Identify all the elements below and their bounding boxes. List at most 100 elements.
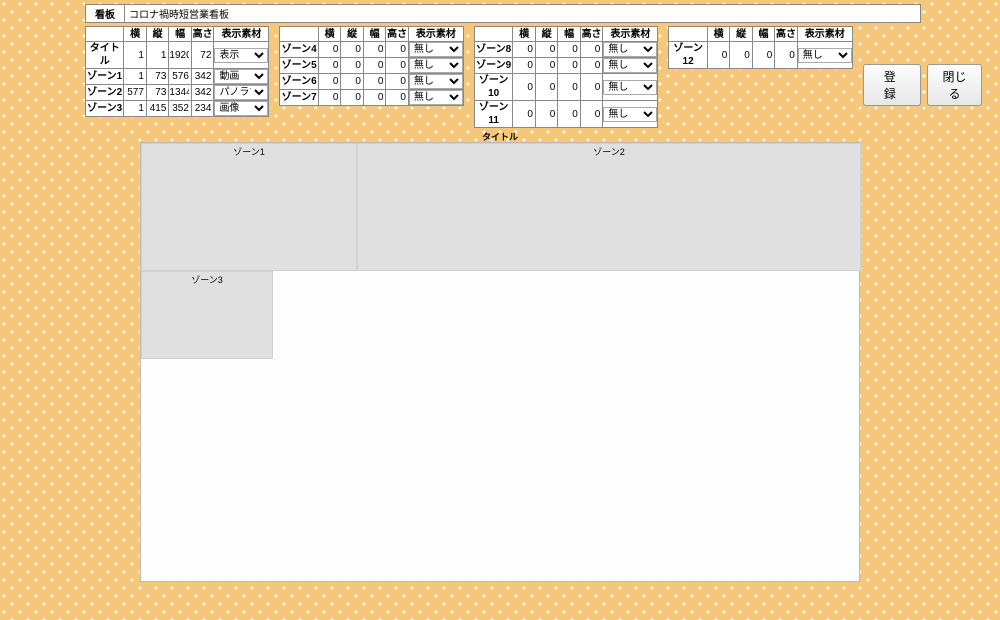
zone-name-cell: ゾーン3 (86, 101, 124, 117)
header-yoko: 横 (513, 27, 535, 42)
zone-name-cell: ゾーン8 (474, 42, 513, 58)
zone-name-cell: ゾーン2 (86, 85, 124, 101)
kanban-label: 看板 (85, 4, 125, 23)
zone-table-1: 横縦幅高さ表示素材ゾーン4表示動画パノラマ画像無しゾーン5表示動画パノラマ画像無… (279, 26, 463, 106)
haba-input[interactable] (364, 91, 386, 104)
register-button[interactable]: 登 録 (863, 64, 921, 106)
haba-input[interactable] (558, 59, 579, 72)
material-select[interactable]: 表示動画パノラマ画像無し (603, 58, 657, 73)
takasa-input[interactable] (581, 108, 602, 121)
zone-row: ゾーン2 表示動画パノラマ画像無し (86, 85, 269, 101)
material-select[interactable]: 表示動画パノラマ画像無し (409, 58, 463, 73)
kanban-title-input[interactable] (125, 4, 921, 23)
zone-name-cell: ゾーン11 (474, 101, 513, 128)
layout-preview: ゾーン1 ゾーン2 ゾーン3 (140, 142, 860, 582)
material-select[interactable]: 表示動画パノラマ画像無し (603, 42, 657, 57)
title-row: 看板 (85, 4, 921, 23)
tate-input[interactable] (536, 59, 557, 72)
material-select[interactable]: 表示動画パノラマ画像無し (214, 85, 268, 100)
takasa-input[interactable] (386, 43, 408, 56)
yoko-input[interactable] (319, 43, 341, 56)
haba-input[interactable] (558, 108, 579, 121)
takasa-input[interactable] (775, 49, 796, 62)
material-select[interactable]: 表示動画パノラマ画像無し (214, 48, 268, 63)
close-button[interactable]: 閉じる (927, 64, 982, 106)
haba-input[interactable] (364, 75, 386, 88)
tate-input[interactable] (147, 102, 169, 115)
haba-input[interactable] (364, 59, 386, 72)
material-select[interactable]: 表示動画パノラマ画像無し (603, 80, 657, 95)
takasa-input[interactable] (386, 75, 408, 88)
yoko-input[interactable] (124, 102, 146, 115)
yoko-input[interactable] (513, 59, 534, 72)
header-takasa: 高さ (580, 27, 602, 42)
header-sozai: 表示素材 (214, 27, 269, 42)
haba-input[interactable] (364, 43, 386, 56)
zone-row: ゾーン8 表示動画パノラマ画像無し (474, 42, 657, 58)
yoko-input[interactable] (124, 49, 146, 62)
tate-input[interactable] (147, 86, 169, 99)
yoko-input[interactable] (124, 86, 146, 99)
takasa-input[interactable] (192, 86, 214, 99)
tate-input[interactable] (536, 43, 557, 56)
preview-zone-2: ゾーン2 (357, 143, 861, 271)
header-haba: 幅 (169, 27, 192, 42)
material-select[interactable]: 表示動画パノラマ画像無し (409, 90, 463, 105)
haba-input[interactable] (753, 49, 774, 62)
zone-name-cell: ゾーン6 (280, 74, 318, 90)
tate-input[interactable] (341, 43, 363, 56)
tate-input[interactable] (147, 70, 169, 83)
yoko-input[interactable] (319, 75, 341, 88)
tate-input[interactable] (536, 108, 557, 121)
header-takasa: 高さ (386, 27, 409, 42)
zone-name-cell: ゾーン9 (474, 58, 513, 74)
material-select[interactable]: 表示動画パノラマ画像無し (409, 42, 463, 57)
yoko-input[interactable] (124, 70, 146, 83)
zone-name-cell: ゾーン1 (86, 69, 124, 85)
material-select[interactable]: 表示動画パノラマ画像無し (214, 69, 268, 84)
zone-row: ゾーン10 表示動画パノラマ画像無し (474, 74, 657, 101)
takasa-input[interactable] (581, 81, 602, 94)
zone-row: ゾーン9 表示動画パノラマ画像無し (474, 58, 657, 74)
yoko-input[interactable] (708, 49, 729, 62)
zone-name-cell: ゾーン12 (669, 42, 708, 69)
header-tate: 縦 (730, 27, 752, 42)
zone-name-cell: ゾーン10 (474, 74, 513, 101)
takasa-input[interactable] (192, 49, 214, 62)
material-select[interactable]: 表示動画パノラマ画像無し (603, 107, 657, 122)
tate-input[interactable] (341, 75, 363, 88)
yoko-input[interactable] (513, 108, 534, 121)
tate-input[interactable] (730, 49, 751, 62)
takasa-input[interactable] (192, 70, 214, 83)
takasa-input[interactable] (581, 43, 602, 56)
yoko-input[interactable] (319, 91, 341, 104)
tate-input[interactable] (536, 81, 557, 94)
tate-input[interactable] (147, 49, 169, 62)
header-sozai: 表示素材 (408, 27, 463, 42)
tate-input[interactable] (341, 59, 363, 72)
zone-table-2: 横縦幅高さ表示素材ゾーン8表示動画パノラマ画像無しゾーン9表示動画パノラマ画像無… (474, 26, 658, 128)
takasa-input[interactable] (192, 102, 214, 115)
haba-input[interactable] (558, 81, 579, 94)
takasa-input[interactable] (386, 91, 408, 104)
haba-input[interactable] (169, 102, 191, 115)
haba-input[interactable] (169, 70, 191, 83)
takasa-input[interactable] (581, 59, 602, 72)
header-sozai: 表示素材 (797, 27, 852, 42)
material-select[interactable]: 表示動画パノラマ画像無し (214, 101, 268, 116)
haba-input[interactable] (558, 43, 579, 56)
yoko-input[interactable] (319, 59, 341, 72)
takasa-input[interactable] (386, 59, 408, 72)
zone-row: ゾーン12 表示動画パノラマ画像無し (669, 42, 852, 69)
header-yoko: 横 (318, 27, 341, 42)
yoko-input[interactable] (513, 43, 534, 56)
tate-input[interactable] (341, 91, 363, 104)
header-takasa: 高さ (191, 27, 214, 42)
preview-zone-1: ゾーン1 (141, 143, 357, 271)
material-select[interactable]: 表示動画パノラマ画像無し (798, 48, 852, 63)
haba-input[interactable] (169, 86, 191, 99)
material-select[interactable]: 表示動画パノラマ画像無し (409, 74, 463, 89)
zone-name-cell: ゾーン7 (280, 90, 318, 106)
haba-input[interactable] (169, 49, 191, 62)
yoko-input[interactable] (513, 81, 534, 94)
